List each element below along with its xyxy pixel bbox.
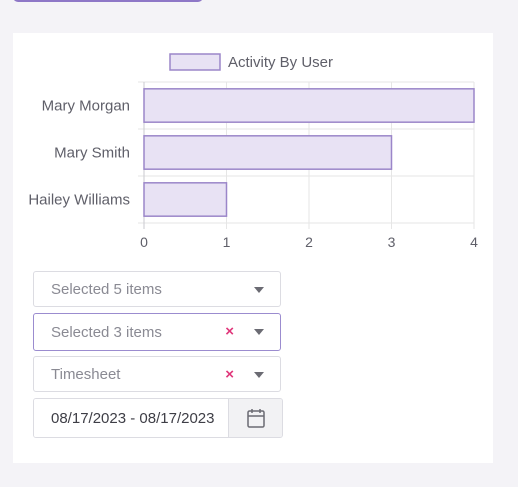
x-tick-label: 0 <box>140 234 148 250</box>
x-tick-label: 3 <box>388 234 396 250</box>
legend-swatch <box>169 53 221 71</box>
clear-x-icon[interactable]: × <box>225 366 234 384</box>
top-tab-button[interactable] <box>13 0 203 2</box>
caret-down-icon[interactable] <box>254 372 264 378</box>
clear-x-icon[interactable]: × <box>225 323 234 341</box>
activity-by-user-chart: 0 1 2 3 4 Mary Morgan Mary Smith Hailey William… <box>28 53 478 250</box>
x-tick-label: 1 <box>223 234 231 250</box>
caret-down-icon[interactable] <box>254 329 264 335</box>
bar[interactable] <box>143 182 228 217</box>
dropdown-value: Selected 3 items <box>51 323 162 341</box>
activity-card: 0 1 2 3 4 Mary Morgan Mary Smith Hailey William… <box>13 33 493 463</box>
filter-dropdown-3[interactable]: Timesheet × <box>33 356 281 392</box>
y-category-label: Hailey Williams <box>28 192 130 209</box>
legend-label: Activity By User <box>228 54 333 71</box>
y-category-label: Mary Smith <box>54 145 130 162</box>
bar[interactable] <box>143 88 475 123</box>
caret-down-icon[interactable] <box>254 287 264 293</box>
y-category-label: Mary Morgan <box>42 98 130 115</box>
calendar-icon <box>246 409 265 428</box>
dropdown-value: Timesheet <box>51 365 121 383</box>
filter-dropdown-2[interactable]: Selected 3 items × <box>33 313 281 351</box>
date-range-input[interactable] <box>34 399 230 437</box>
dropdown-value: Selected 5 items <box>51 280 162 298</box>
x-tick-label: 2 <box>305 234 313 250</box>
chart-legend[interactable]: Activity By User <box>169 53 333 71</box>
calendar-button[interactable] <box>228 399 282 437</box>
filter-dropdown-1[interactable]: Selected 5 items <box>33 271 281 307</box>
bar[interactable] <box>143 135 393 170</box>
x-tick-label: 4 <box>470 234 478 250</box>
date-range-picker[interactable] <box>33 398 283 438</box>
